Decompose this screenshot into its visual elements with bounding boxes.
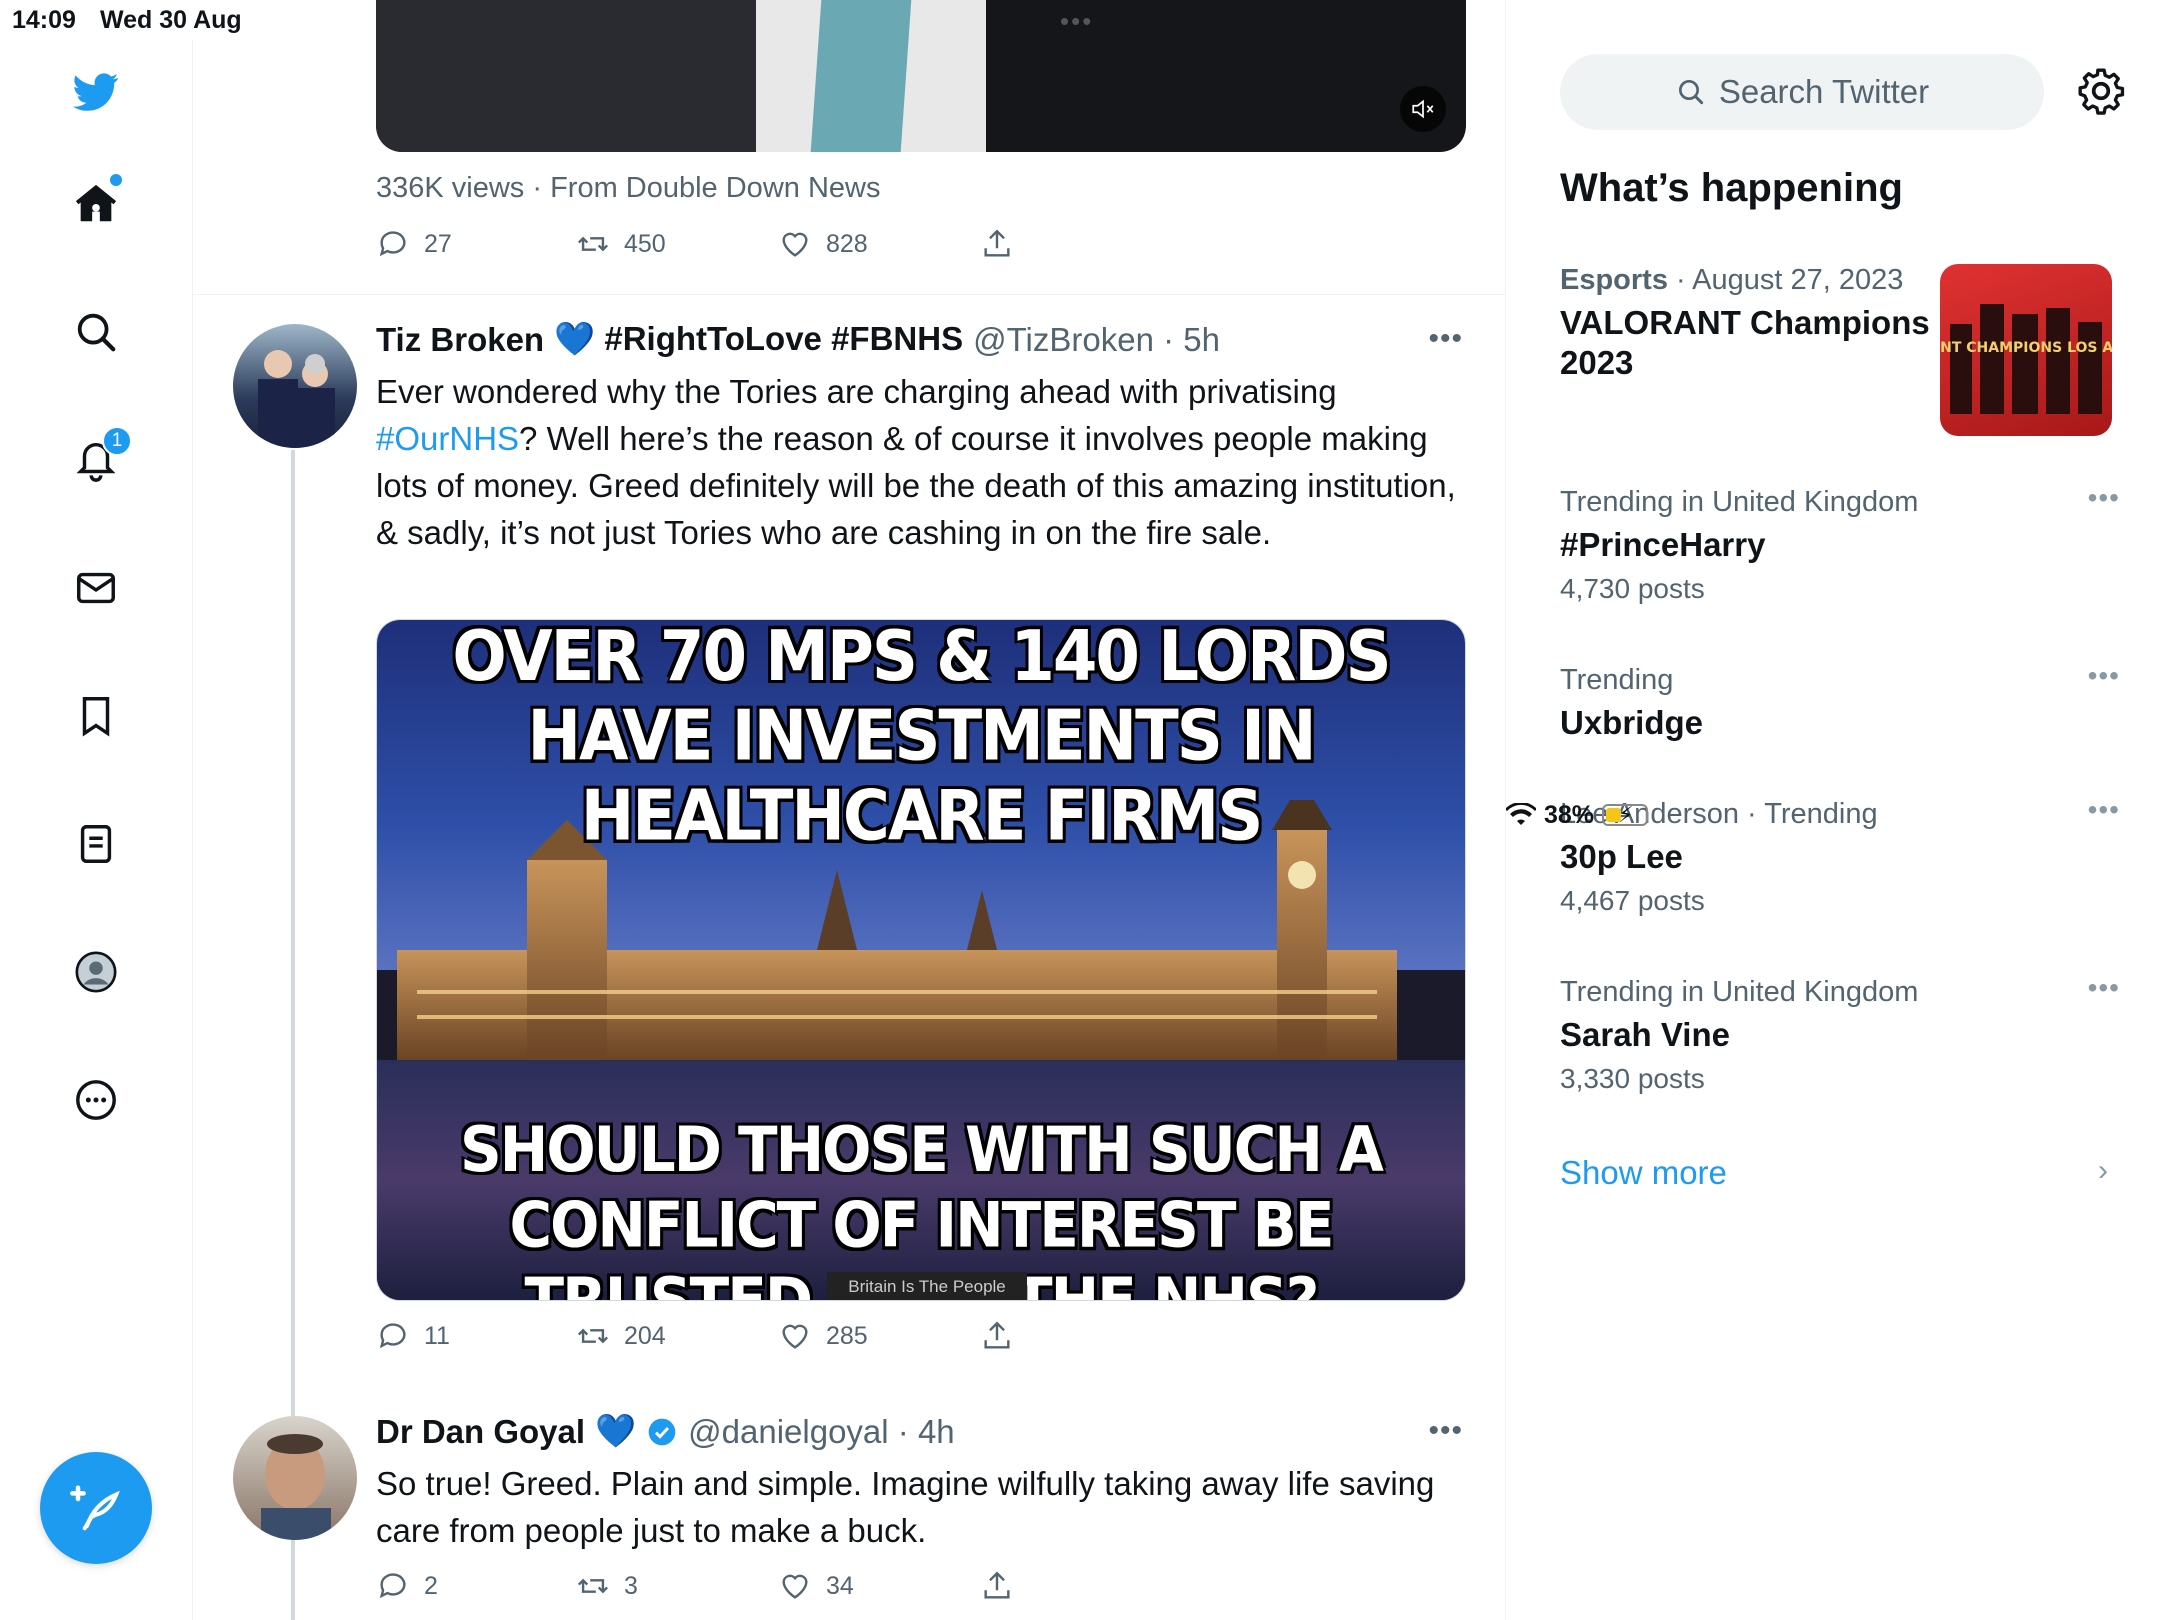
tweet-more-icon[interactable]: ••• [1428,1414,1463,1448]
author-handle-time[interactable]: @TizBroken · 5h [973,321,1220,359]
profile-avatar-icon[interactable] [66,942,126,1002]
tweet-header: Tiz Broken 💙 #RightToLove #FBNHS @TizBro… [376,320,1220,359]
author-name[interactable]: Dr Dan Goyal [376,1413,585,1451]
author-handle-time[interactable]: @danielgoyal · 4h [688,1413,955,1451]
notifications-bell-icon[interactable]: 1 [66,426,132,490]
retweet-button[interactable]: 450 [576,227,666,261]
like-count: 285 [826,1321,868,1350]
share-upload-icon [984,1571,1010,1599]
home-icon[interactable] [66,174,126,234]
heart-icon [782,232,808,257]
reply-count: 27 [424,229,452,258]
timeline: 336K views · From Double Down News 27 45… [193,0,1506,1620]
author-name[interactable]: Tiz Broken [376,321,544,359]
twitter-logo-icon[interactable] [66,62,126,122]
retweet-count: 204 [624,1321,666,1350]
verified-badge-icon [648,1418,676,1445]
messages-envelope-icon[interactable] [66,558,126,618]
tweet-text: Ever wondered why the Tories are chargin… [376,368,1466,556]
status-time: 14:09 [12,6,76,34]
retweet-icon [577,1578,609,1594]
bookmarks-icon[interactable] [66,686,126,746]
retweet-button[interactable]: 204 [576,1319,666,1353]
like-button[interactable]: 34 [778,1569,854,1603]
share-button[interactable] [980,227,1014,261]
tweet-more-icon[interactable]: ••• [1428,322,1463,356]
share-upload-icon [984,1321,1010,1349]
retweet-count: 450 [624,229,666,258]
share-upload-icon [984,229,1010,257]
explore-search-icon[interactable] [66,302,126,362]
retweet-count: 3 [624,1571,638,1600]
battery-icon: ⚡ [1602,802,1649,827]
like-count: 34 [826,1571,854,1600]
share-button[interactable] [980,1319,1014,1353]
image-credit: Britain Is The People [827,1272,1027,1300]
compose-tweet-button[interactable] [40,1452,152,1564]
like-count: 828 [826,229,868,258]
tweet-text: So true! Greed. Plain and simple. Imagin… [376,1465,1435,1549]
wifi-icon [1506,803,1536,825]
tweet-avatar-tizbroken[interactable] [233,324,357,448]
tweet-text-part: ? Well here’s the reason & of course it … [376,420,1456,551]
multitasking-dots-icon[interactable]: ••• [1060,6,1093,37]
feather-plus-icon [70,1485,120,1531]
reply-count: 11 [424,1321,450,1350]
reply-button[interactable]: 27 [376,227,452,261]
heart-icon [782,1324,808,1349]
reply-bubble-icon [379,1323,406,1349]
tweet-divider [193,294,1505,295]
reply-button[interactable]: 11 [376,1319,450,1353]
lists-icon[interactable] [66,814,126,874]
tweet-header: Dr Dan Goyal 💙 @danielgoyal · 4h [376,1412,955,1451]
left-nav: 1 [0,40,193,1620]
battery-percent: 38% [1544,800,1595,829]
reply-bubble-icon [379,1573,406,1599]
retweet-button[interactable]: 3 [576,1569,638,1603]
author-name-suffix: 💙 #RightToLove #FBNHS [554,320,964,357]
notifications-badge: 1 [102,426,132,456]
share-button[interactable] [980,1569,1014,1603]
home-unread-dot [110,174,122,186]
tweet-image[interactable]: OVER 70 MPS & 140 LORDS HAVE INVESTMENTS… [376,619,1466,1301]
hashtag-link[interactable]: #OurNHS [376,420,519,457]
like-button[interactable]: 285 [778,1319,868,1353]
video-views-meta: 336K views · From Double Down News [376,172,881,204]
status-date: Wed 30 Aug [100,6,242,34]
status-right: 38% ⚡ [1506,5,2160,1620]
like-button[interactable]: 828 [778,227,868,261]
more-options-icon[interactable] [66,1070,126,1130]
retweet-icon [577,236,609,252]
reply-bubble-icon [379,231,406,257]
thread-line [291,1540,295,1620]
thread-line [291,450,295,1450]
tweet-text-part: Ever wondered why the Tories are chargin… [376,373,1337,410]
mute-speaker-icon[interactable] [1400,86,1446,132]
heart-icon [782,1574,808,1599]
reply-count: 2 [424,1571,438,1600]
retweet-icon [577,1328,609,1344]
image-caption-top: OVER 70 MPS & 140 LORDS HAVE INVESTMENTS… [452,619,1391,857]
status-bar: 14:09 Wed 30 Aug ••• 38% ⚡ [0,0,2160,829]
tweet-avatar-danielgoyal[interactable] [233,1416,357,1540]
reply-button[interactable]: 2 [376,1569,438,1603]
author-heart: 💙 [595,1412,637,1449]
